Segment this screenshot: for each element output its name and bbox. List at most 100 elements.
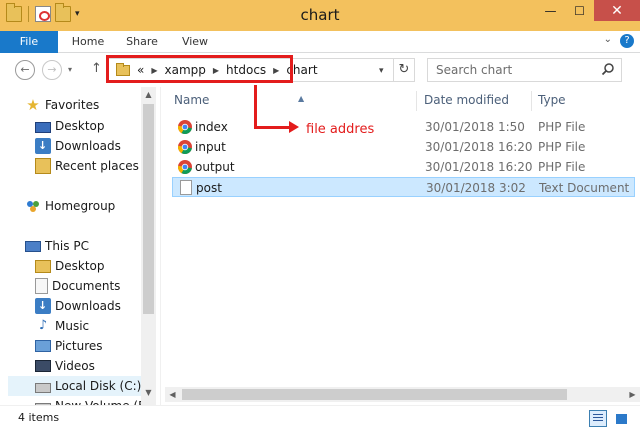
nav-item-documents[interactable]: Documents	[35, 276, 120, 296]
nav-label: Recent places	[55, 159, 139, 173]
chrome-icon	[177, 120, 192, 135]
nav-label: Desktop	[55, 259, 105, 273]
file-row-index[interactable]: index 30/01/2018 1:50 PHP File	[172, 117, 635, 137]
up-arrow-icon[interactable]: ↑	[91, 61, 102, 76]
pane-divider[interactable]	[160, 87, 161, 405]
item-count: 4 items	[18, 411, 60, 424]
recent-locations-dropdown[interactable]: ▾	[68, 65, 72, 74]
file-type: PHP File	[538, 140, 586, 154]
tab-file[interactable]: File	[0, 31, 58, 53]
scrollbar-thumb[interactable]	[182, 389, 567, 400]
large-icons-view-icon	[616, 414, 627, 424]
desktop-folder-icon	[35, 259, 51, 273]
search-icon[interactable]	[601, 62, 615, 76]
address-highlight-box	[106, 55, 293, 83]
annotation-arrow	[254, 85, 257, 128]
file-row-input[interactable]: input 30/01/2018 16:20 PHP File	[172, 137, 635, 157]
nav-label: This PC	[45, 239, 89, 253]
nav-item-new-volume[interactable]: New Volume (E:)	[35, 396, 154, 405]
scroll-up-icon[interactable]: ▲	[141, 87, 156, 102]
documents-icon	[35, 278, 48, 294]
nav-item-pictures[interactable]: Pictures	[35, 336, 103, 356]
status-bar: 4 items	[0, 405, 640, 431]
annotation-arrowhead	[289, 121, 299, 133]
navigation-bar: ← → ▾ ↑ « ▶ xampp ▶ htdocs ▶ chart ▾ ↻	[0, 53, 640, 87]
nav-favorites[interactable]: ★ Favorites	[25, 95, 99, 115]
minimize-button[interactable]: —	[536, 0, 565, 21]
file-type: Text Document	[539, 181, 630, 195]
large-icons-view-button[interactable]	[612, 410, 630, 427]
maximize-button[interactable]: ☐	[565, 0, 594, 21]
scroll-down-icon[interactable]: ▼	[141, 385, 156, 400]
nav-item-desktop-pc[interactable]: Desktop	[35, 256, 105, 276]
nav-label: Pictures	[55, 339, 103, 353]
annotation-label: file addres	[306, 122, 375, 137]
nav-item-music[interactable]: ♪ Music	[35, 316, 89, 336]
nav-homegroup[interactable]: Homegroup	[25, 196, 115, 216]
search-box[interactable]	[427, 58, 622, 82]
downloads-icon	[35, 136, 51, 156]
scroll-right-icon[interactable]: ▶	[625, 387, 640, 402]
nav-this-pc[interactable]: This PC	[25, 236, 89, 256]
nav-label: Music	[55, 319, 90, 333]
nav-label: Downloads	[55, 139, 121, 153]
file-type: PHP File	[538, 120, 586, 134]
horizontal-scrollbar[interactable]: ◀ ▶	[165, 387, 640, 402]
nav-item-local-disk[interactable]: Local Disk (C:)	[8, 376, 141, 396]
file-list: Name ▲ Date modified Type index 30/01/20…	[165, 87, 640, 405]
star-icon: ★	[26, 96, 40, 114]
column-header-date[interactable]: Date modified	[424, 89, 529, 111]
tab-home[interactable]: Home	[70, 31, 106, 53]
address-dropdown-icon[interactable]: ▾	[379, 66, 384, 76]
nav-label: Downloads	[55, 299, 121, 313]
recent-places-icon	[35, 158, 51, 174]
nav-label: Documents	[52, 279, 121, 293]
back-button[interactable]: ←	[15, 60, 35, 80]
file-row-output[interactable]: output 30/01/2018 16:20 PHP File	[172, 157, 635, 177]
column-label: Name	[174, 93, 210, 107]
file-name: output	[195, 160, 235, 174]
forward-button[interactable]: →	[42, 60, 62, 80]
ribbon-tabs: File Home Share View ⌄ ?	[0, 31, 640, 53]
file-date: 30/01/2018 16:20	[425, 140, 533, 154]
nav-scrollbar[interactable]: ▲ ▼	[141, 87, 156, 405]
nav-item-downloads[interactable]: Downloads	[35, 136, 121, 156]
file-date: 30/01/2018 3:02	[426, 181, 526, 195]
text-file-icon	[180, 180, 192, 195]
file-row-post[interactable]: post 30/01/2018 3:02 Text Document	[172, 177, 635, 197]
annotation-arrow	[254, 126, 292, 129]
file-date: 30/01/2018 1:50	[425, 120, 525, 134]
tab-share[interactable]: Share	[124, 31, 160, 53]
chrome-icon	[177, 140, 192, 155]
refresh-button[interactable]: ↻	[393, 59, 414, 81]
drive-icon	[35, 382, 51, 393]
details-view-button[interactable]	[589, 410, 607, 427]
music-icon: ♪	[38, 318, 48, 333]
nav-item-videos[interactable]: Videos	[35, 356, 95, 376]
explorer-window: ▾ chart — ☐ ✕ File Home Share View ⌄ ? ←…	[0, 0, 640, 431]
nav-label: Local Disk (C:)	[55, 379, 142, 393]
tab-view[interactable]: View	[178, 31, 212, 53]
desktop-icon	[35, 121, 51, 133]
file-name: index	[195, 120, 228, 134]
column-header-name[interactable]: Name ▲	[174, 89, 414, 111]
details-view-icon	[593, 414, 603, 423]
nav-item-recent-places[interactable]: Recent places	[35, 156, 139, 176]
close-button[interactable]: ✕	[594, 0, 640, 21]
scroll-left-icon[interactable]: ◀	[165, 387, 180, 402]
nav-label: New Volume (E:)	[55, 396, 154, 405]
help-icon[interactable]: ?	[620, 34, 634, 48]
videos-icon	[35, 360, 51, 372]
nav-item-desktop[interactable]: Desktop	[35, 116, 105, 136]
nav-item-downloads-pc[interactable]: Downloads	[35, 296, 121, 316]
navigation-pane: ★ Favorites Desktop Downloads Recent pla…	[0, 87, 156, 405]
search-input[interactable]	[436, 62, 596, 78]
expand-ribbon-icon[interactable]: ⌄	[604, 34, 612, 48]
column-divider[interactable]	[531, 91, 532, 111]
column-divider[interactable]	[416, 91, 417, 111]
file-name: post	[196, 181, 222, 195]
column-header-type[interactable]: Type	[538, 89, 638, 111]
computer-icon	[25, 241, 41, 252]
nav-label: Favorites	[45, 98, 100, 112]
scrollbar-thumb[interactable]	[143, 104, 154, 314]
